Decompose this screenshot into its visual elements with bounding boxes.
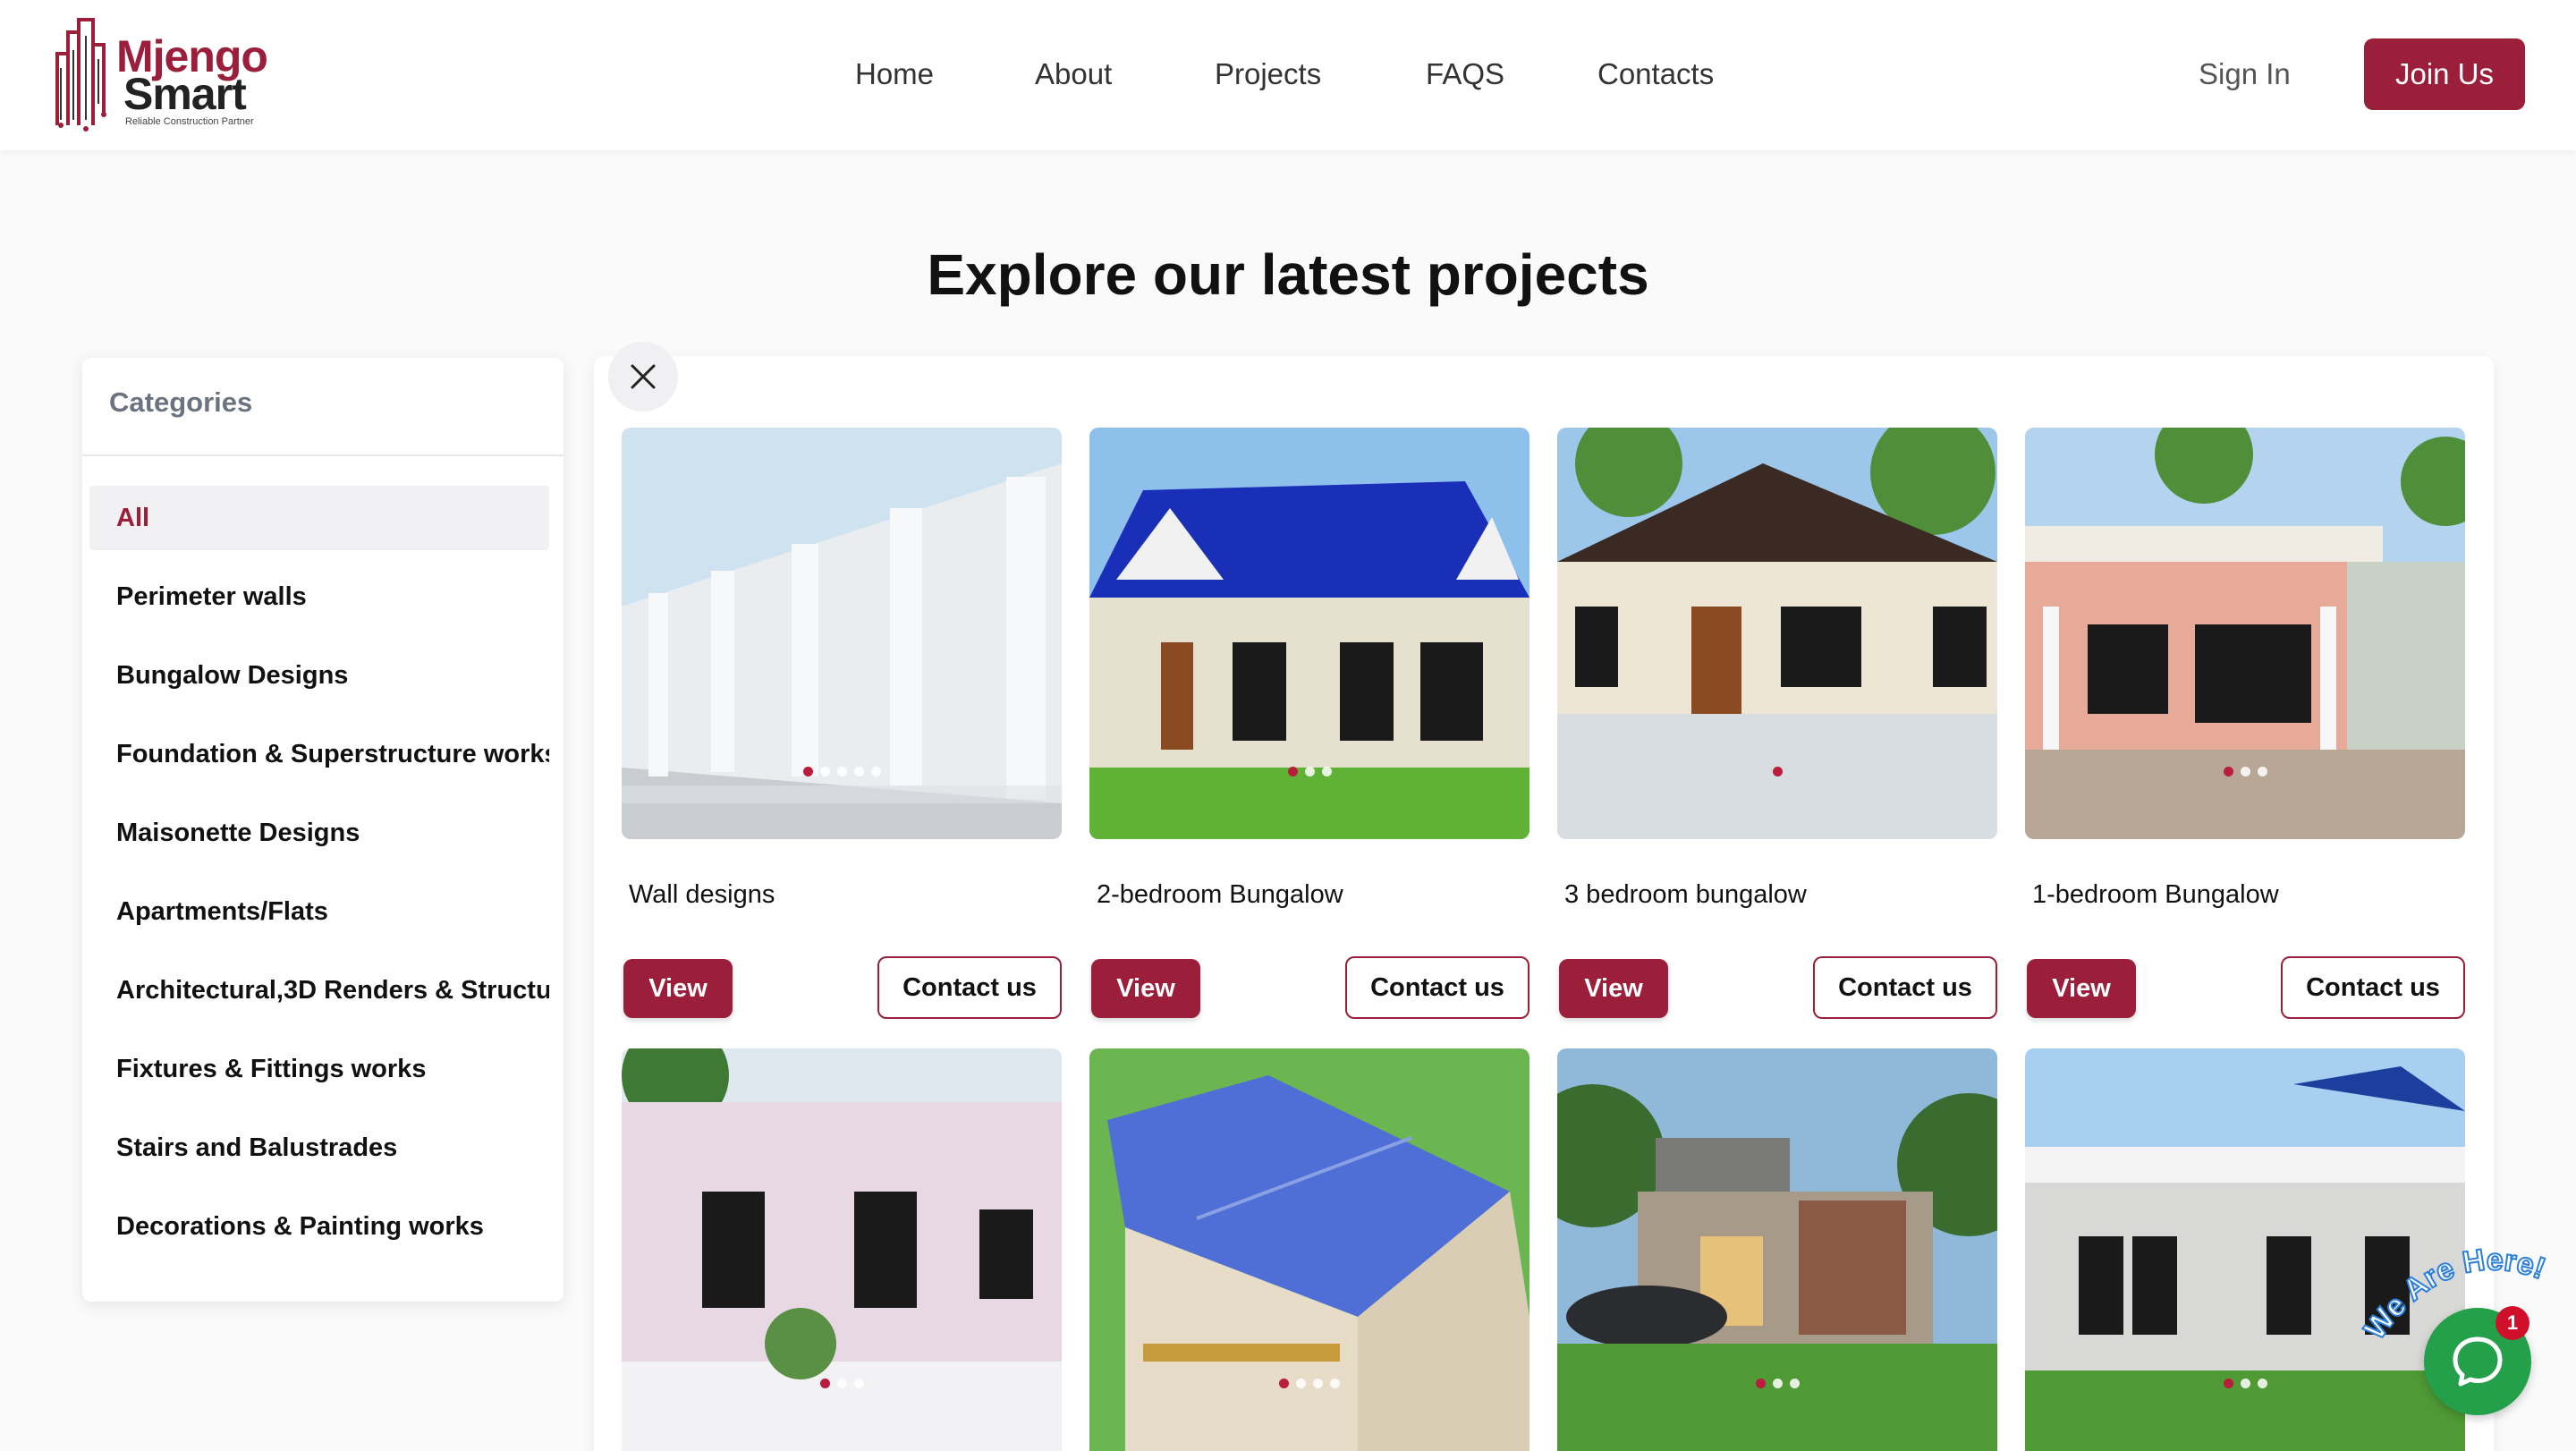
nav-faqs[interactable]: FAQS: [1426, 52, 1504, 97]
carousel-dots: [2025, 1379, 2465, 1388]
project-title: 3 bedroom bungalow: [1564, 880, 1807, 909]
category-maisonette[interactable]: Maisonette Designs: [89, 801, 549, 865]
page-title: Explore our latest projects: [927, 242, 1649, 307]
category-perimeter-walls[interactable]: Perimeter walls: [89, 564, 549, 629]
category-apartments[interactable]: Apartments/Flats: [89, 879, 549, 944]
project-image-2-bedroom[interactable]: [1089, 428, 1530, 839]
project-title: Wall designs: [629, 880, 775, 909]
carousel-dots: [1557, 1379, 1997, 1388]
project-image-3-bedroom[interactable]: [1557, 428, 1997, 839]
project-image-wall[interactable]: [622, 428, 1062, 839]
close-icon: [631, 364, 656, 389]
sign-in-link[interactable]: Sign In: [2199, 52, 2291, 97]
nav-contacts[interactable]: Contacts: [1597, 52, 1714, 97]
categories-title: Categories: [109, 386, 253, 418]
category-all[interactable]: All: [89, 486, 549, 550]
category-decorations[interactable]: Decorations & Painting works: [89, 1194, 549, 1259]
carousel-dots: [2025, 767, 2465, 776]
site-header: Mjengo Smart Reliable Construction Partn…: [0, 0, 2576, 150]
category-foundation[interactable]: Foundation & Superstructure works: [89, 722, 549, 786]
carousel-dots: [622, 767, 1062, 776]
category-architectural[interactable]: Architectural,3D Renders & Structural De…: [89, 958, 549, 1022]
carousel-dots: [1089, 767, 1530, 776]
contact-us-button[interactable]: Contact us: [2281, 956, 2465, 1019]
category-bungalow-designs[interactable]: Bungalow Designs: [89, 643, 549, 708]
view-button[interactable]: View: [1559, 959, 1668, 1018]
categories-sidebar: Categories All Perimeter walls Bungalow …: [82, 358, 564, 1302]
close-button[interactable]: [608, 342, 678, 412]
join-us-button[interactable]: Join Us: [2364, 38, 2525, 110]
project-image-blue-roof-aerial[interactable]: [1089, 1048, 1530, 1451]
view-button[interactable]: View: [623, 959, 733, 1018]
category-fixtures[interactable]: Fixtures & Fittings works: [89, 1037, 549, 1101]
contact-us-button[interactable]: Contact us: [877, 956, 1062, 1019]
nav-projects[interactable]: Projects: [1215, 52, 1321, 97]
divider: [82, 454, 564, 456]
chat-bubble-icon: [2453, 1336, 2503, 1387]
view-button[interactable]: View: [2027, 959, 2136, 1018]
contact-us-button[interactable]: Contact us: [1813, 956, 1997, 1019]
category-stairs[interactable]: Stairs and Balustrades: [89, 1116, 549, 1180]
carousel-dots: [1557, 767, 1997, 776]
logo-tagline: Reliable Construction Partner: [125, 116, 254, 127]
project-image-modern-house[interactable]: [1557, 1048, 1997, 1451]
project-title: 2-bedroom Bungalow: [1097, 880, 1343, 909]
contact-us-button[interactable]: Contact us: [1345, 956, 1530, 1019]
chat-badge: 1: [2496, 1306, 2529, 1340]
project-image-pink-house[interactable]: [622, 1048, 1062, 1451]
nav-about[interactable]: About: [1035, 52, 1112, 97]
project-title: 1-bedroom Bungalow: [2032, 880, 2279, 909]
carousel-dots: [622, 1379, 1062, 1388]
nav-home[interactable]: Home: [855, 52, 934, 97]
project-image-1-bedroom[interactable]: [2025, 428, 2465, 839]
carousel-dots: [1089, 1379, 1530, 1388]
view-button[interactable]: View: [1091, 959, 1200, 1018]
main-nav: Home About Projects FAQS Contacts: [0, 52, 2576, 97]
